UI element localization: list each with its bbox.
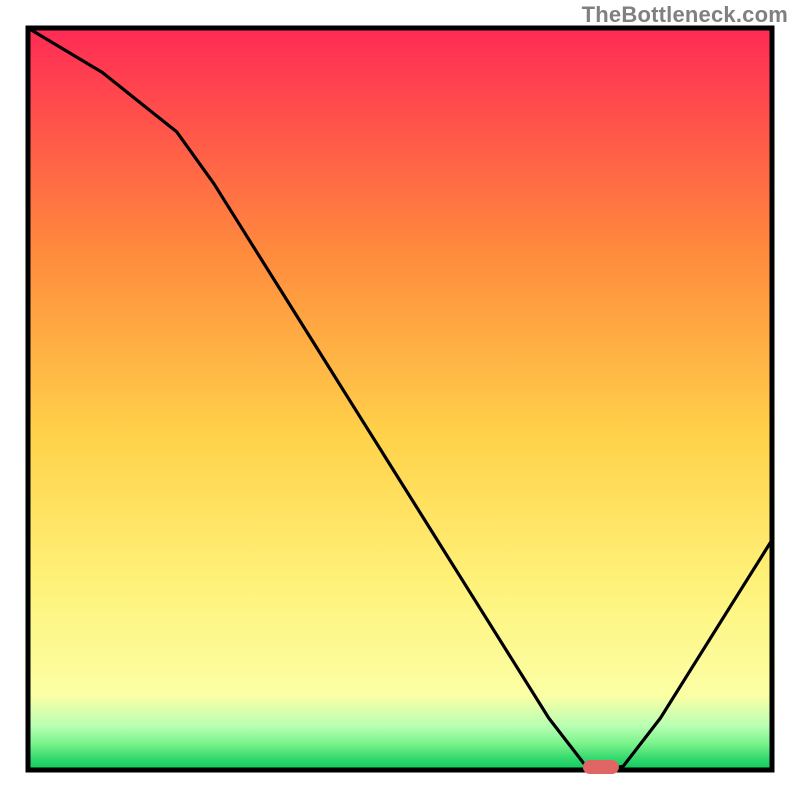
bottleneck-plot	[0, 0, 800, 800]
optimal-point-marker	[583, 760, 619, 774]
chart-stage: TheBottleneck.com	[0, 0, 800, 800]
heat-gradient-background	[28, 28, 772, 770]
